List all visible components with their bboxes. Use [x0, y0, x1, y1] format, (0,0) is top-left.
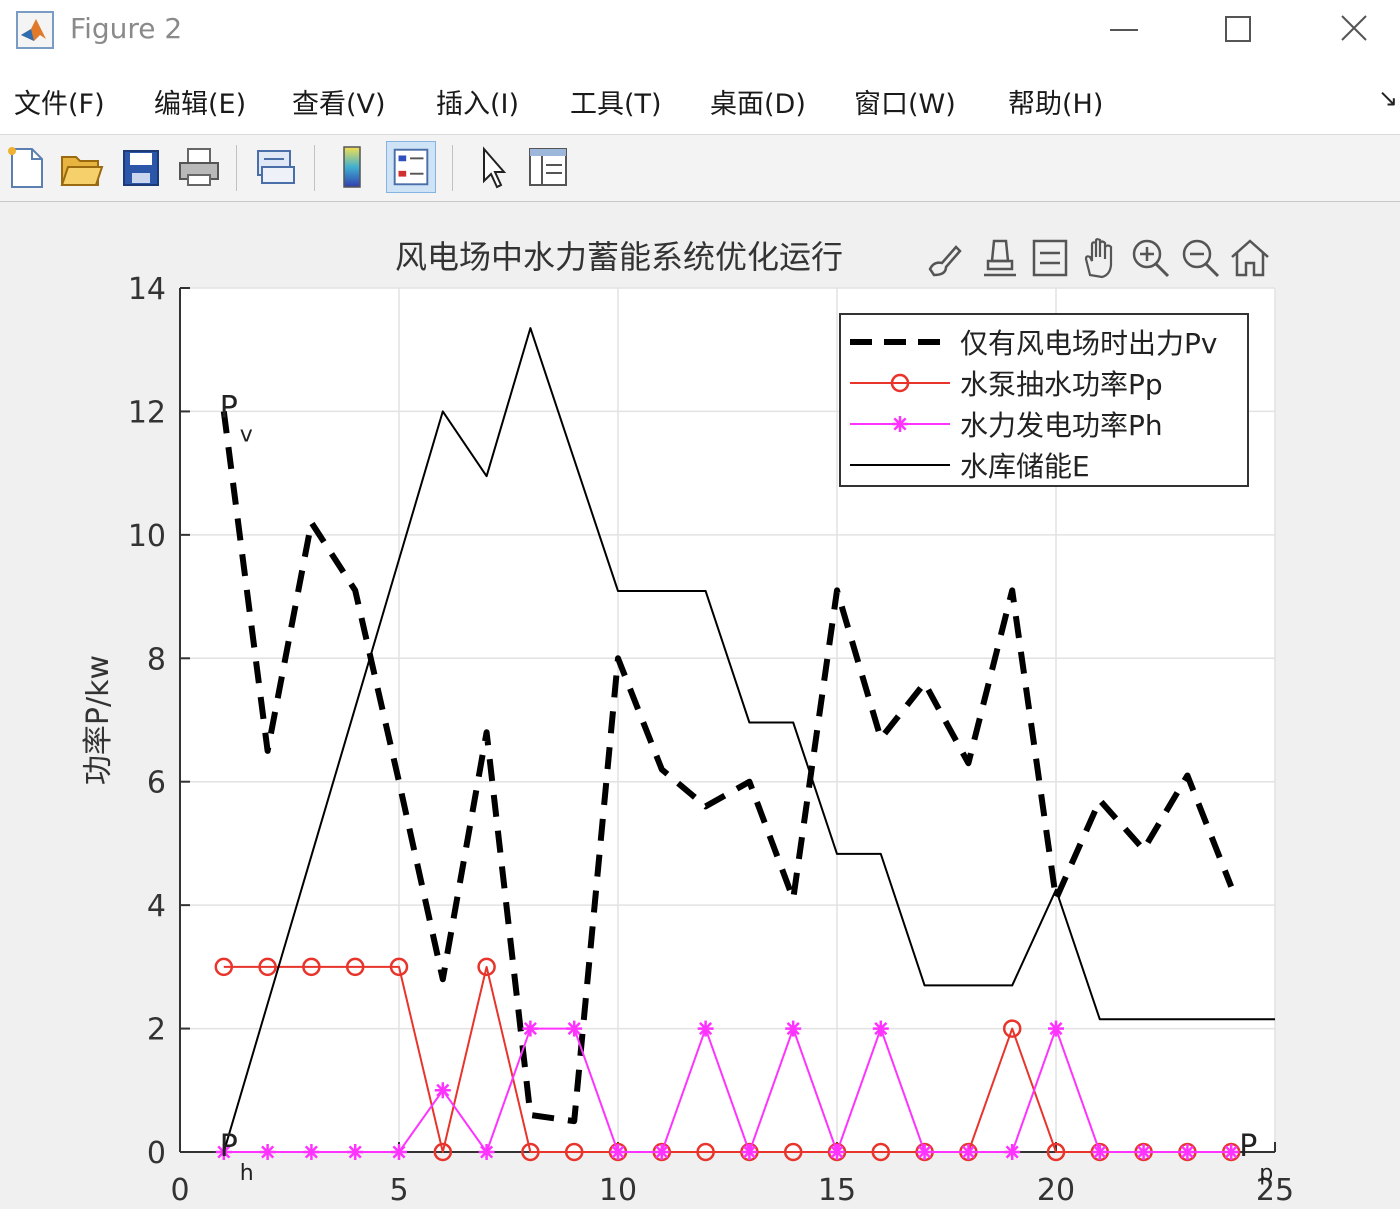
- data-tips-icon[interactable]: [978, 235, 1022, 281]
- data-point-star: [566, 1020, 583, 1037]
- data-point-star: [892, 416, 908, 432]
- data-point-star: [1004, 1144, 1021, 1160]
- annotation-label: P: [220, 1129, 238, 1164]
- data-point-star: [347, 1144, 364, 1160]
- annotation-label: P: [220, 390, 238, 425]
- pointer-icon[interactable]: [468, 141, 518, 193]
- menu-view[interactable]: 查看(V): [292, 82, 386, 121]
- legend-entry-label: 水力发电功率Ph: [960, 409, 1163, 442]
- data-point-star: [1048, 1020, 1064, 1037]
- legend-toggle-icon[interactable]: [1028, 235, 1072, 281]
- menu-edit[interactable]: 编辑(E): [154, 82, 246, 121]
- new-figure-icon[interactable]: [2, 141, 52, 193]
- data-point-star: [259, 1144, 276, 1160]
- menu-window[interactable]: 窗口(W): [854, 82, 956, 121]
- menu-desktop[interactable]: 桌面(D): [710, 82, 806, 121]
- save-icon[interactable]: [116, 141, 166, 193]
- data-point-star: [522, 1020, 539, 1037]
- menu-bar: 文件(F) 编辑(E) 查看(V) 插入(I) 工具(T) 桌面(D) 窗口(W…: [0, 62, 1400, 135]
- toolbar-separator: [314, 145, 315, 191]
- data-point-star: [697, 1020, 714, 1037]
- y-axis-label: 功率P/kw: [81, 655, 116, 785]
- legend-entry-label: 水库储能E: [960, 450, 1090, 483]
- menu-file[interactable]: 文件(F): [14, 82, 105, 121]
- window-title: Figure 2: [70, 12, 183, 45]
- title-bar: Figure 2: [0, 0, 1400, 62]
- data-point-star: [653, 1144, 670, 1160]
- data-point-star: [916, 1144, 933, 1160]
- property-inspector-icon[interactable]: [524, 141, 574, 193]
- zoom-in-icon[interactable]: [1128, 235, 1172, 281]
- colorbar-icon[interactable]: [328, 141, 378, 193]
- print-icon[interactable]: [174, 141, 224, 193]
- y-tick-label: 12: [128, 395, 166, 430]
- x-tick-label: 0: [170, 1173, 189, 1208]
- open-file-icon[interactable]: [56, 141, 106, 193]
- data-point-star: [741, 1144, 758, 1160]
- menu-overflow-icon[interactable]: ↘: [1378, 84, 1398, 112]
- x-tick-label: 10: [599, 1173, 637, 1208]
- data-point-star: [785, 1020, 802, 1037]
- x-tick-label: 20: [1037, 1173, 1075, 1208]
- data-point-star: [1091, 1144, 1108, 1160]
- zoom-out-icon[interactable]: [1178, 235, 1222, 281]
- legend-icon[interactable]: [386, 141, 436, 193]
- matlab-logo-icon: [16, 11, 54, 49]
- menu-help[interactable]: 帮助(H): [1008, 82, 1103, 121]
- home-icon[interactable]: [1228, 235, 1272, 281]
- brush-icon[interactable]: [924, 235, 968, 281]
- annotation-subscript: h: [240, 1161, 254, 1186]
- annotation-subscript: v: [240, 422, 253, 447]
- data-point-star: [1135, 1144, 1152, 1160]
- menu-tools[interactable]: 工具(T): [570, 82, 662, 121]
- legend[interactable]: 仅有风电场时出力Pv 水泵抽水功率Pp 水力发电功率Ph 水库储能E: [839, 313, 1249, 487]
- data-point-star: [303, 1144, 320, 1160]
- figure-toolbar: [0, 135, 1400, 202]
- y-tick-label: 2: [147, 1013, 166, 1048]
- y-tick-label: 14: [128, 272, 166, 307]
- toolbar-separator: [452, 145, 453, 191]
- data-point-star: [960, 1144, 977, 1160]
- data-point-star: [1223, 1144, 1240, 1160]
- annotation-subscript: p: [1259, 1161, 1273, 1186]
- pan-icon[interactable]: [1078, 235, 1122, 281]
- chart-title: 风电场中水力蓄能系统优化运行: [395, 238, 843, 276]
- y-tick-label: 0: [147, 1136, 166, 1171]
- toolbar-separator: [236, 145, 237, 191]
- close-icon[interactable]: [1326, 8, 1382, 52]
- maximize-icon[interactable]: [1210, 8, 1266, 52]
- data-point-star: [872, 1020, 889, 1037]
- y-tick-label: 4: [147, 889, 166, 924]
- link-plot-icon[interactable]: [250, 141, 300, 193]
- data-point-star: [610, 1144, 626, 1160]
- minimize-icon[interactable]: [1096, 8, 1152, 52]
- data-point-star: [478, 1144, 495, 1160]
- legend-entry-label: 仅有风电场时出力Pv: [960, 327, 1217, 360]
- menu-insert[interactable]: 插入(I): [436, 82, 519, 121]
- y-tick-label: 10: [128, 519, 166, 554]
- line-chart: 0 5 10 15 20 2502468101214 PvPpPh 仅有风电场时出力Pv水…: [81, 238, 1294, 1208]
- data-point-star: [829, 1144, 845, 1160]
- x-tick-label: 5: [389, 1173, 408, 1208]
- x-tick-label: 15: [818, 1173, 856, 1208]
- y-tick-label: 6: [147, 766, 166, 801]
- data-point-star: [391, 1144, 407, 1160]
- legend-entry-label: 水泵抽水功率Pp: [960, 368, 1163, 401]
- data-point-star: [434, 1082, 451, 1099]
- annotation-label: P: [1239, 1129, 1257, 1164]
- data-point-star: [1179, 1144, 1196, 1160]
- y-tick-label: 8: [147, 642, 166, 677]
